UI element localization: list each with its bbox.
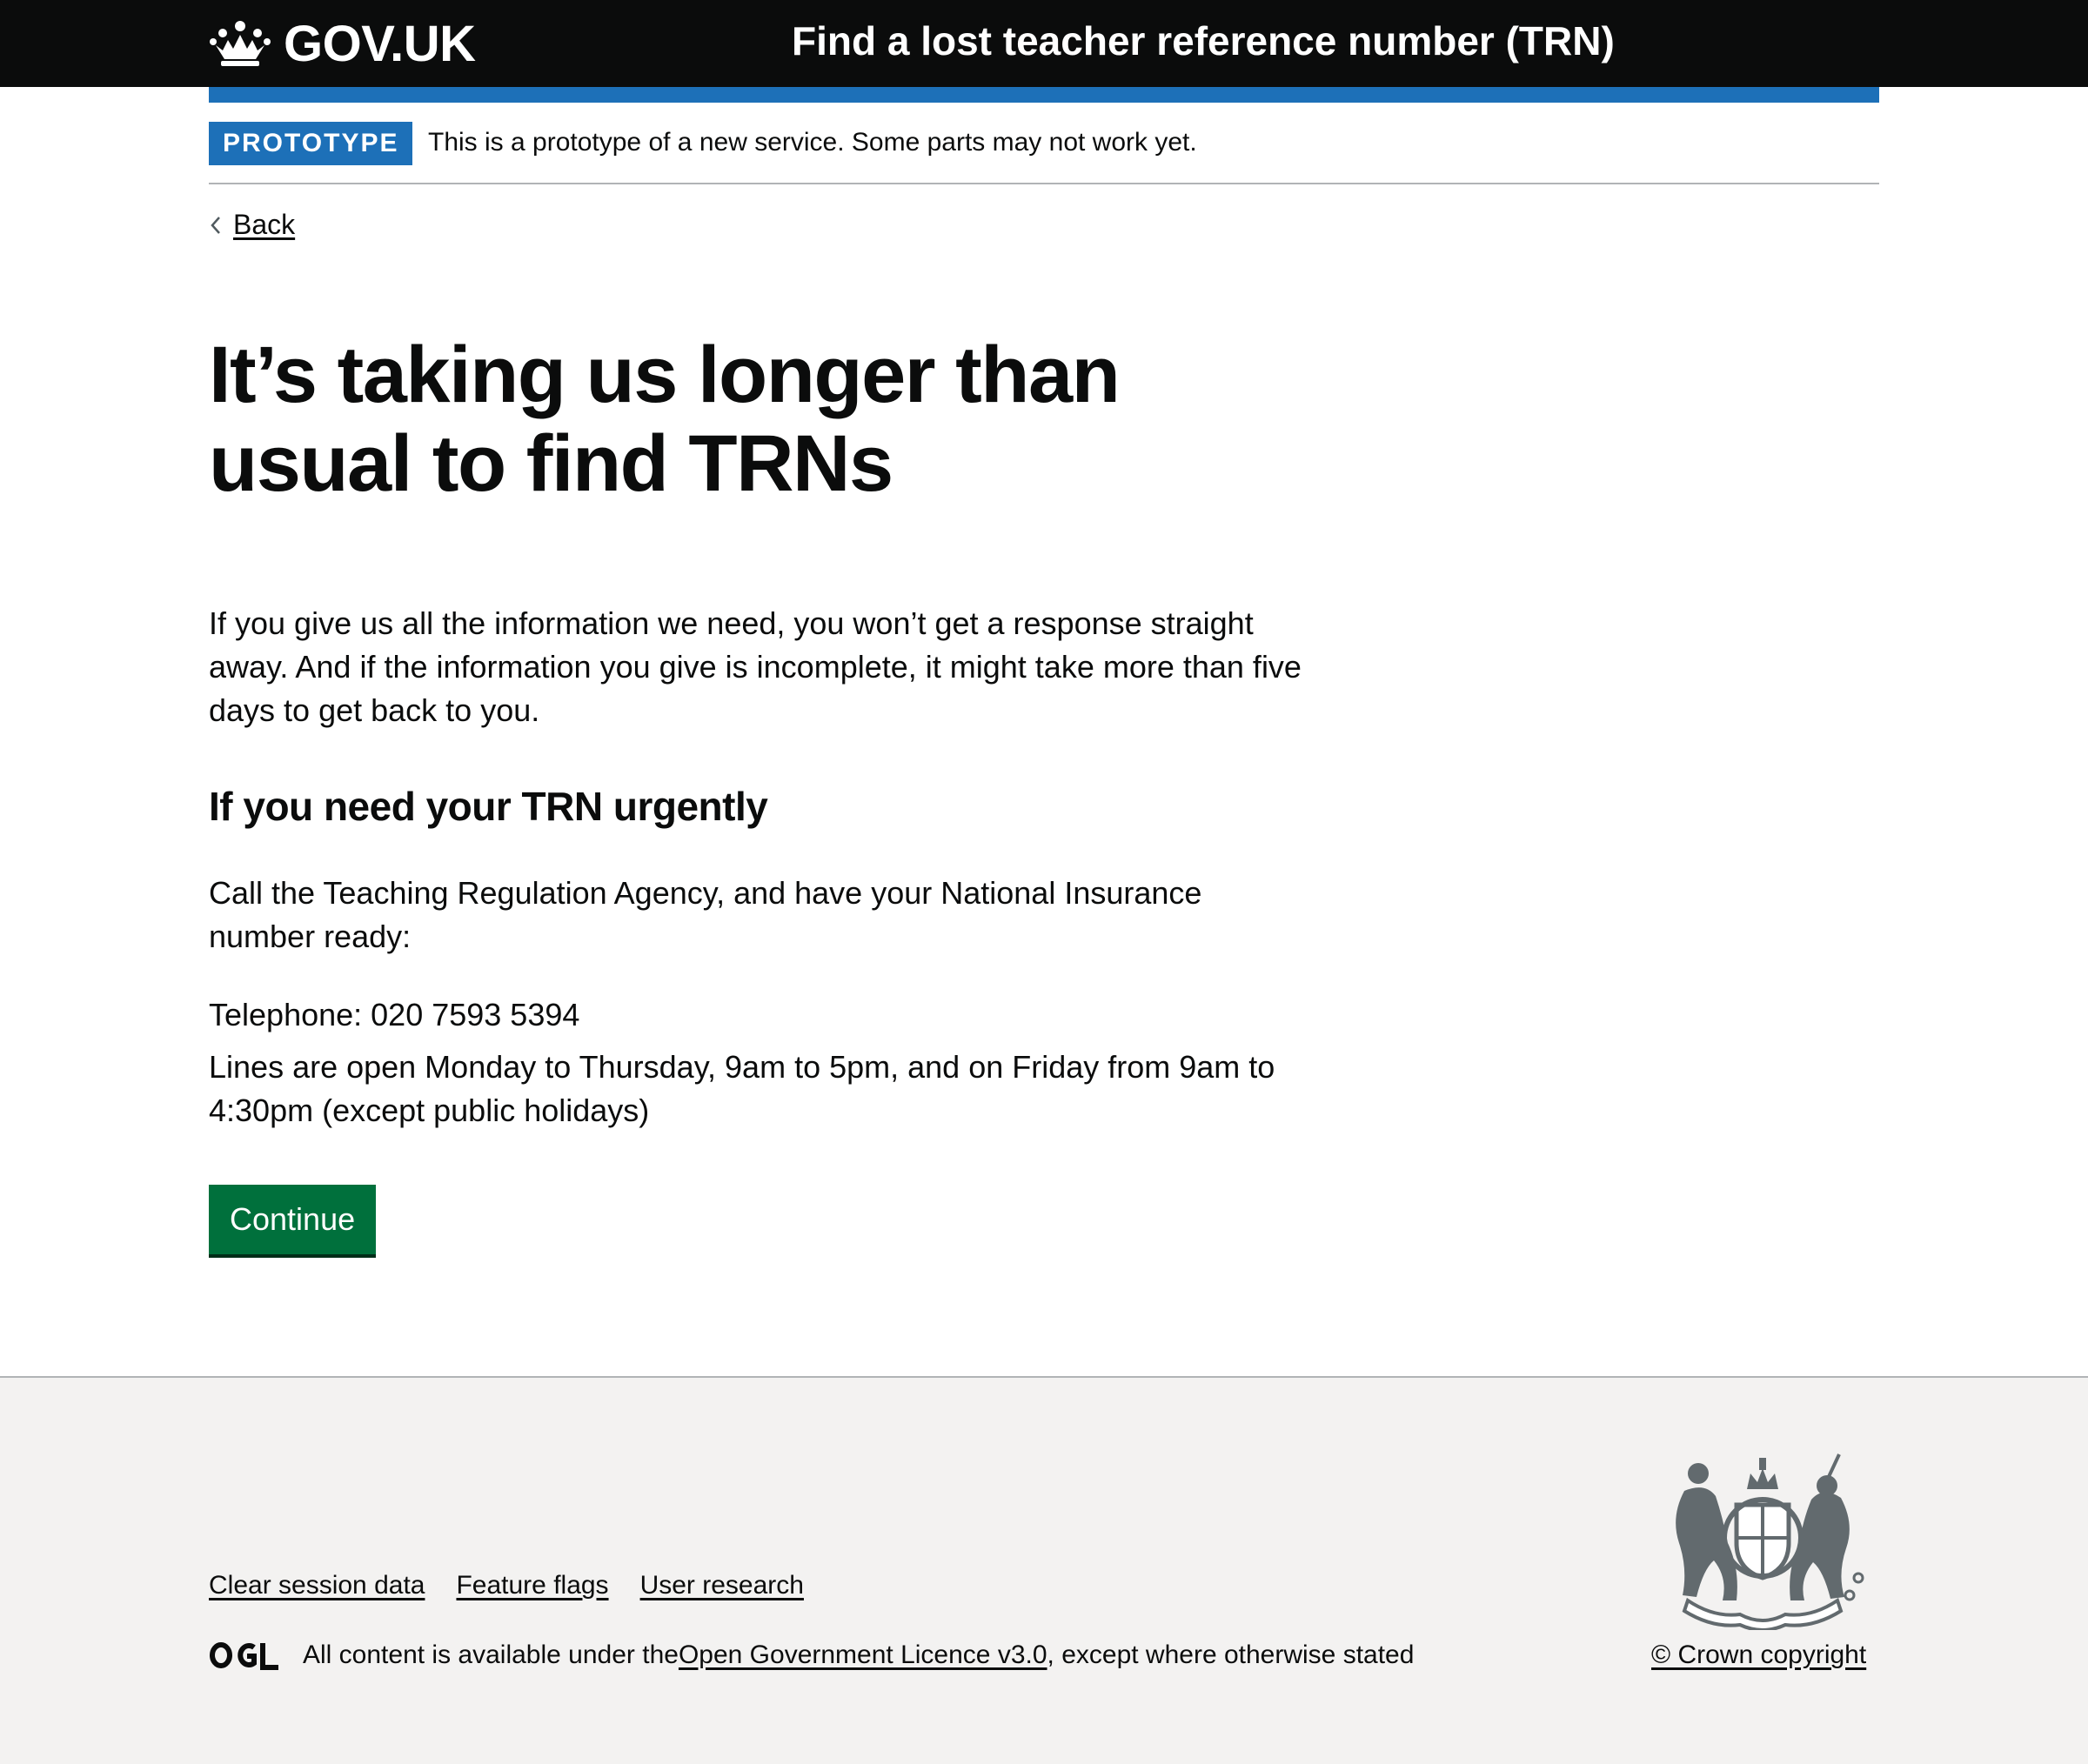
header-blue-bar <box>209 87 1879 103</box>
licence-prefix: All content is available under the <box>303 1640 679 1669</box>
govuk-logo-link[interactable]: GOV.UK <box>209 15 476 72</box>
header-container: GOV.UK Find a lost teacher reference num… <box>209 0 1879 87</box>
royal-coat-of-arms-icon <box>1676 1453 1864 1630</box>
urgent-heading: If you need your TRN urgently <box>209 784 768 829</box>
footer-links: Clear session data Feature flags User re… <box>209 1571 804 1600</box>
footer-link-user-research[interactable]: User research <box>640 1571 804 1600</box>
call-instructions: Call the Teaching Regulation Agency, and… <box>209 875 1202 954</box>
footer-link-feature-flags[interactable]: Feature flags <box>456 1571 608 1600</box>
ogl-logo-icon <box>210 1642 278 1670</box>
intro-paragraph: If you give us all the information we ne… <box>209 605 1302 728</box>
continue-button[interactable]: Continue <box>209 1185 377 1254</box>
govuk-header: GOV.UK Find a lost teacher reference num… <box>0 0 2088 87</box>
licence-suffix: , except where otherwise stated <box>1047 1640 1415 1669</box>
govuk-logo-text: GOV.UK <box>284 15 476 72</box>
page-title: It’s taking us longer than usual to find… <box>209 331 1121 508</box>
telephone-number: Telephone: 020 7593 5394 <box>209 997 580 1032</box>
open-government-licence-link[interactable]: Open Government Licence v3.0 <box>679 1640 1047 1670</box>
main-content: It’s taking us longer than usual to find… <box>209 331 1322 1254</box>
service-name-link[interactable]: Find a lost teacher reference number (TR… <box>792 17 1615 64</box>
prototype-tag: PROTOTYPE <box>209 122 413 165</box>
back-link-label: Back <box>233 209 296 240</box>
chevron-left-icon <box>211 216 220 234</box>
licence-statement: All content is available under the Open … <box>209 1640 1414 1670</box>
phase-banner-text: This is a prototype of a new service. So… <box>428 128 1197 157</box>
crown-copyright-link[interactable]: © Crown copyright <box>1651 1640 1866 1670</box>
phase-banner: PROTOTYPE This is a prototype of a new s… <box>209 103 1879 184</box>
footer-link-clear-session[interactable]: Clear session data <box>209 1571 425 1600</box>
crown-icon <box>210 21 271 66</box>
govuk-footer: Clear session data Feature flags User re… <box>0 1376 2088 1764</box>
opening-hours: Lines are open Monday to Thursday, 9am t… <box>209 1049 1275 1128</box>
back-link[interactable]: Back <box>209 209 295 241</box>
